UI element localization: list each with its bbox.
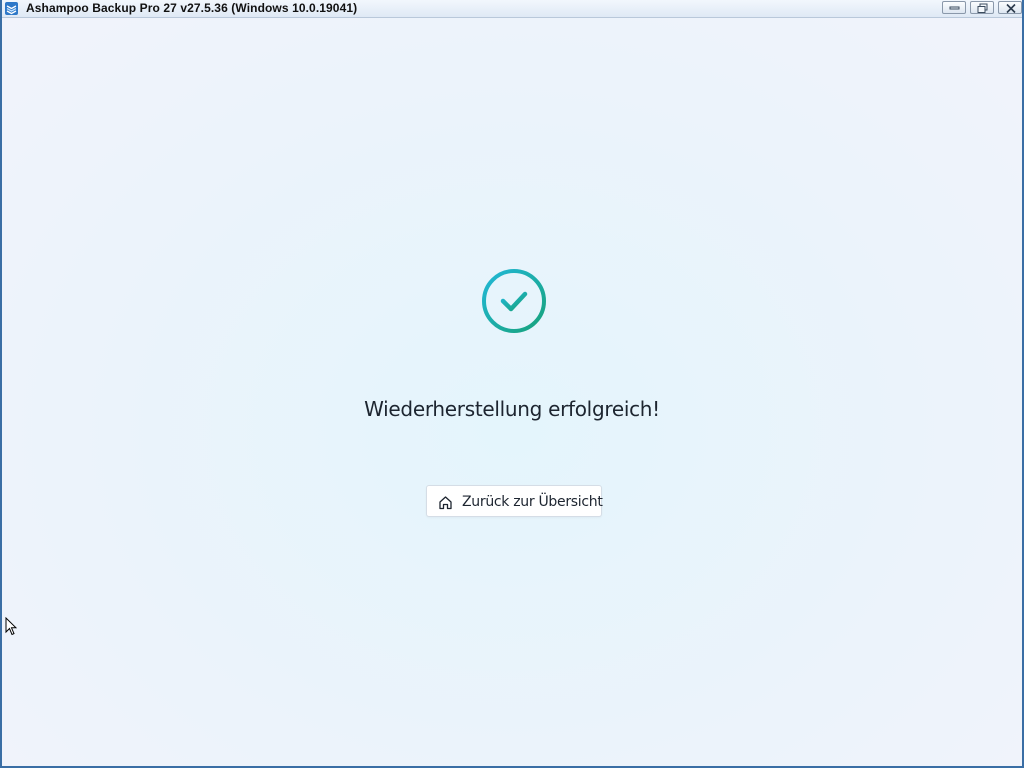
- main-content: Wiederherstellung erfolgreich! Zurück zu…: [2, 18, 1022, 766]
- maximize-icon: [977, 3, 988, 13]
- close-icon: [1006, 3, 1016, 14]
- minimize-button[interactable]: [942, 1, 966, 14]
- close-button[interactable]: [998, 1, 1022, 14]
- title-bar[interactable]: Ashampoo Backup Pro 27 v27.5.36 (Windows…: [2, 0, 1022, 18]
- minimize-icon: [949, 6, 960, 10]
- app-icon: [5, 2, 18, 15]
- mouse-cursor-icon: [5, 617, 17, 636]
- maximize-button[interactable]: [970, 1, 994, 14]
- app-window: Ashampoo Backup Pro 27 v27.5.36 (Windows…: [0, 0, 1024, 768]
- window-title: Ashampoo Backup Pro 27 v27.5.36 (Windows…: [26, 1, 358, 15]
- check-circle-icon: [482, 269, 546, 333]
- back-to-overview-label: Zurück zur Übersicht: [462, 494, 603, 510]
- back-to-overview-button[interactable]: Zurück zur Übersicht: [426, 485, 603, 517]
- home-icon: [439, 496, 452, 510]
- success-headline: Wiederherstellung erfolgreich!: [364, 397, 660, 421]
